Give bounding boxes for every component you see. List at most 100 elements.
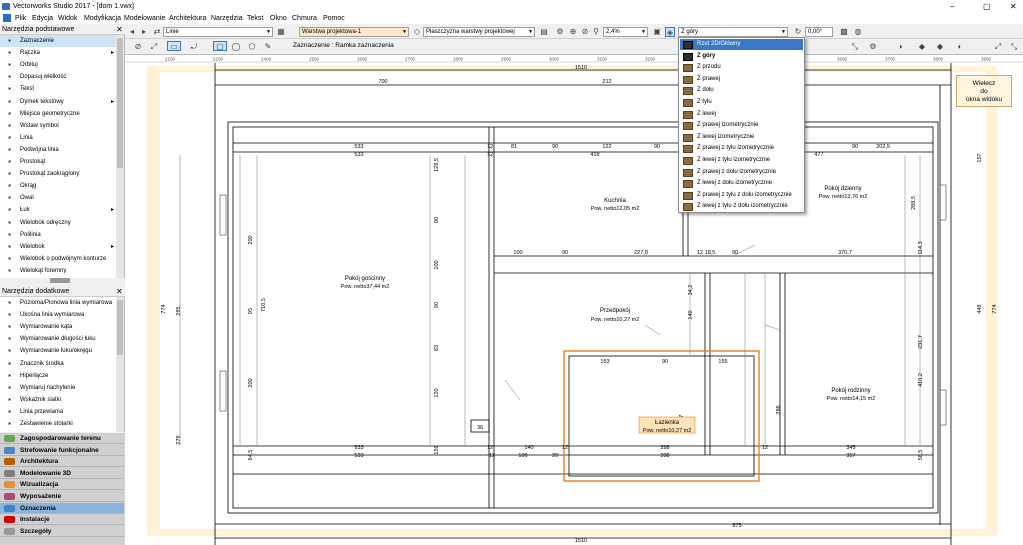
zoom-fit-icon[interactable]: ⊕	[568, 27, 578, 37]
toolset-0[interactable]: Zagospodarowanie terenu	[0, 433, 124, 444]
extra-tool-5[interactable]: ▪ Znacznik środka	[0, 358, 116, 370]
menu-edycja[interactable]: Edycja	[32, 13, 53, 24]
basic-tool-18[interactable]: ▪ Wielobok o podwójnym konturze	[0, 253, 116, 265]
extra-tool-9[interactable]: ▪ Linia przewiania	[0, 406, 116, 418]
maximize-button[interactable]: ▢	[983, 0, 991, 13]
view-option-6[interactable]: Z lewej	[680, 109, 803, 120]
class-icon[interactable]: ⇄	[152, 27, 162, 37]
page-icon[interactable]: ▤	[539, 27, 549, 37]
extra-tool-8[interactable]: ▪ Wskaźnik siatki	[0, 394, 116, 406]
toolset-1[interactable]: Strefowanie funkcjonalne	[0, 444, 124, 456]
toolset-3[interactable]: Modelowanie 3D	[0, 467, 124, 479]
view-option-13[interactable]: Z prawej z tyłu z dołu izometrycznie	[680, 190, 803, 201]
menu-architektura[interactable]: Architektura	[169, 13, 206, 24]
toolset-7[interactable]: Instalacje	[0, 514, 124, 526]
layers-icon[interactable]: ◆	[917, 42, 927, 52]
snap-settings-icon[interactable]: ⚙	[868, 42, 878, 52]
basic-tool-9[interactable]: ▪ Podwójna linia	[0, 144, 116, 156]
basic-tools-scrollbar[interactable]	[116, 35, 124, 278]
pen-mode-icon[interactable]: ✎	[263, 42, 273, 52]
view-option-14[interactable]: Z lewej z tyłu z dołu izometrycznie	[680, 201, 803, 212]
close-button[interactable]: ✕	[1010, 0, 1017, 13]
rotate-icon[interactable]: ↻	[793, 27, 803, 37]
view-option-10[interactable]: Z lewej z tyłu izometrycznie	[680, 155, 803, 166]
basic-tool-2[interactable]: ▪ Orbituj	[0, 59, 116, 71]
basic-tool-1[interactable]: ▪ Rączka ▸	[0, 47, 116, 59]
view-option-1[interactable]: Z góry	[680, 51, 803, 62]
basic-tool-19[interactable]: ▪ Wielokąt foremny	[0, 265, 116, 277]
standard-view-icon[interactable]: ◈	[665, 27, 675, 37]
drawing-canvas[interactable]: .w{stroke:#000;stroke-width:0.8;fill:non…	[125, 55, 1023, 545]
shape-icon[interactable]: ◆	[935, 42, 945, 52]
plane-select[interactable]: Płaszczyzna warstwy projektowej ▼	[423, 27, 535, 37]
menu-okno[interactable]: Okno	[270, 13, 287, 24]
view-option-4[interactable]: Z dołu	[680, 85, 803, 96]
basic-tool-12[interactable]: ▪ Okrąg	[0, 180, 116, 192]
view-select[interactable]: Z góry ▼	[678, 27, 788, 37]
document-icon[interactable]	[3, 14, 11, 22]
extra-tool-7[interactable]: ▪ Wymiaruj nachylenie	[0, 382, 116, 394]
room-label-bathroom[interactable]: Łazienka Pow. netto10,27 m2	[638, 416, 696, 434]
expand-icon[interactable]: ⤢	[993, 42, 1003, 52]
toolset-4[interactable]: Wizualizacja	[0, 479, 124, 491]
menu-narzedzia[interactable]: Narzędzia	[211, 13, 243, 24]
basic-tool-14[interactable]: ▪ Łuk ▸	[0, 204, 116, 216]
fit-to-window-button[interactable]: Wielecz do okna widoku	[956, 75, 1012, 107]
view-option-2[interactable]: Z przodu	[680, 62, 803, 73]
disable-select-icon[interactable]: ⊘	[133, 42, 143, 52]
view-option-9[interactable]: Z prawej z tyłu izometrycznie	[680, 143, 803, 154]
basic-tool-6[interactable]: ▪ Miejsce geometryczne	[0, 108, 116, 120]
marquee-mode-icon[interactable]: ▭	[167, 41, 181, 51]
collapse-icon[interactable]: ⤡	[1009, 42, 1019, 52]
magnifier-icon[interactable]: ⚲	[591, 27, 601, 37]
menu-chmura[interactable]: Chmura	[292, 13, 317, 24]
basic-tool-4[interactable]: ▪ Tekst	[0, 83, 116, 95]
basic-tool-8[interactable]: ▪ Linia	[0, 132, 116, 144]
view-option-7[interactable]: Z prawej izometrycznie	[680, 120, 803, 131]
angle-field[interactable]: 0,00°	[805, 27, 833, 37]
zoom-select[interactable]: 2,4% ▼	[603, 27, 648, 37]
lasso-mode-icon[interactable]: ⤾	[189, 42, 199, 52]
snap-icon[interactable]: ⤡	[850, 42, 860, 52]
basic-tool-13[interactable]: ▪ Owal	[0, 192, 116, 204]
extra-tool-1[interactable]: ▪ Ukośna linia wymiarowa	[0, 309, 116, 321]
basic-tool-5[interactable]: ▪ Dymek tekstowy ▸	[0, 96, 116, 108]
globe-icon[interactable]: ◑	[895, 42, 905, 52]
extra-tools-close-icon[interactable]: ✕	[116, 287, 123, 296]
layer-select[interactable]: Warstwa projektowa-1 ▼	[299, 27, 409, 37]
toolset-6[interactable]: Oznaczenia	[0, 502, 124, 514]
menu-tekst[interactable]: Tekst	[247, 13, 263, 24]
view-option-3[interactable]: Z prawej	[680, 74, 803, 85]
rectangle-mode-icon[interactable]: ▢	[213, 41, 227, 51]
menu-modyfikacja[interactable]: Modyfikacja	[84, 13, 121, 24]
view-cube-icon[interactable]: ▣	[652, 27, 662, 37]
basic-tool-10[interactable]: ▪ Prostokąt	[0, 156, 116, 168]
basic-tools-close-icon[interactable]: ✕	[116, 25, 123, 34]
extra-tool-0[interactable]: ▪ Pozioma/Pionowa linia wymiarowa	[0, 297, 116, 309]
toolset-2[interactable]: Architektura	[0, 456, 124, 468]
menu-widok[interactable]: Widok	[58, 13, 77, 24]
extra-tool-10[interactable]: ▪ Zestawienie stolarki	[0, 418, 116, 430]
menu-modelowanie[interactable]: Modelowanie	[124, 13, 165, 24]
toolset-8[interactable]: Szczegóły	[0, 525, 124, 537]
basic-tool-11[interactable]: ▪ Prostokąt zaokrąglony	[0, 168, 116, 180]
basic-tools-resize-handle[interactable]	[50, 278, 70, 283]
basic-tool-3[interactable]: ▪ Dopasuj wielkość	[0, 71, 116, 83]
view-option-12[interactable]: Z lewej z dołu izometrycznie	[680, 178, 803, 189]
menu-pomoc[interactable]: Pomoc	[323, 13, 345, 24]
view-option-5[interactable]: Z tyłu	[680, 97, 803, 108]
basic-tool-15[interactable]: ▪ Wielobok odręczny	[0, 217, 116, 229]
view-option-0[interactable]: Rzut 2D/Główny	[680, 39, 803, 51]
poly-mode-icon[interactable]: ◯	[231, 42, 241, 52]
extra-tool-3[interactable]: ▪ Wymiarowanie długości łuku	[0, 333, 116, 345]
zoom-icon[interactable]: ⊘	[580, 27, 590, 37]
class-select[interactable]: Linie ▼	[163, 27, 273, 37]
paint-icon[interactable]: ◐	[955, 42, 965, 52]
basic-tool-7[interactable]: ▪ Wstaw symbol	[0, 120, 116, 132]
view-option-8[interactable]: Z lewej izometrycznie	[680, 132, 803, 143]
extra-tool-2[interactable]: ▪ Wymiarowanie kąta	[0, 321, 116, 333]
view-option-11[interactable]: Z prawej z dołu izometrycznie	[680, 167, 803, 178]
toolset-5[interactable]: Wyposażenie	[0, 491, 124, 502]
basic-tool-16[interactable]: ▪ Polilinia	[0, 229, 116, 241]
forward-icon[interactable]: ▸	[139, 27, 149, 37]
